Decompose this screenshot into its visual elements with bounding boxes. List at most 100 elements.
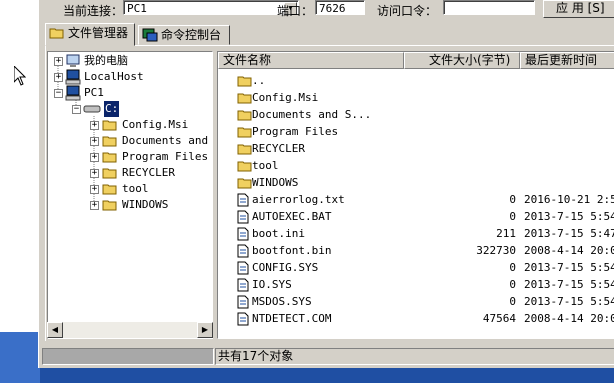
drive-icon: [83, 105, 101, 113]
app-window: 当前连接： PC1 ▼ 端口： 7626 访问口令： 应 用 [S] 文件管理器…: [38, 0, 614, 368]
tree-item-label: 我的电脑: [84, 54, 128, 67]
list-item[interactable]: bootfont.bin 322730 2008-4-14 20:00: [218, 242, 614, 259]
expand-icon[interactable]: +: [90, 137, 99, 146]
port-value: 7626: [319, 2, 346, 15]
tree-item-label: WINDOWS: [122, 198, 169, 211]
tree-item-label: PC1: [84, 86, 104, 99]
collapse-icon[interactable]: −: [54, 89, 63, 98]
connection-value: PC1: [127, 2, 147, 15]
expand-icon[interactable]: +: [54, 73, 63, 82]
list-item[interactable]: aierrorlog.txt 0 2016-10-21 2:59: [218, 191, 614, 208]
column-header-date[interactable]: 最后更新时间: [520, 52, 614, 69]
file-date: 2013-7-15 5:47:5: [524, 227, 614, 240]
connection-combobox[interactable]: PC1 ▼: [123, 0, 299, 15]
file-date: 2013-7-15 5:54:: [524, 261, 614, 274]
expand-icon[interactable]: +: [90, 185, 99, 194]
list-item[interactable]: boot.ini 211 2013-7-15 5:47:5: [218, 225, 614, 242]
expand-icon[interactable]: +: [54, 57, 63, 66]
file-size: 0: [509, 193, 516, 206]
tree-item-label: Config.Msi: [122, 118, 189, 131]
list-item[interactable]: NTDETECT.COM 47564 2008-4-14 20:00: [218, 310, 614, 327]
tree-item-label: tool: [122, 182, 149, 195]
folder-icon: [102, 200, 117, 211]
file-name: MSDOS.SYS: [252, 295, 312, 308]
file-size: 0: [509, 210, 516, 223]
tab-command-console[interactable]: 命令控制台: [138, 25, 230, 45]
folder-icon: [49, 28, 64, 39]
apply-button[interactable]: 应 用 [S]: [543, 0, 614, 18]
file-date: 2013-7-15 5:54:: [524, 295, 614, 308]
column-header-size[interactable]: 文件大小(字节): [404, 52, 520, 69]
file-size: 47564: [482, 312, 516, 325]
file-name: AUTOEXEC.BAT: [252, 210, 332, 223]
file-size: 0: [509, 295, 516, 308]
folder-icon: [102, 152, 117, 163]
console-icon: [142, 28, 158, 42]
file-name: CONFIG.SYS: [252, 261, 319, 274]
tree-item-label: Program Files: [122, 150, 209, 163]
my-computer-icon: [66, 54, 80, 67]
expand-icon[interactable]: +: [90, 169, 99, 178]
file-size: 322730: [476, 244, 516, 257]
file-name: IO.SYS: [252, 278, 292, 291]
tab-file-manager-label: 文件管理器: [68, 26, 129, 40]
file-name: Config.Msi: [252, 91, 319, 104]
file-name: tool: [252, 159, 279, 172]
file-name: NTDETECT.COM: [252, 312, 332, 325]
password-label: 访问口令：: [377, 4, 438, 18]
folder-icon: [102, 136, 117, 147]
file-name: RECYCLER: [252, 142, 305, 155]
folder-icon: [102, 120, 117, 131]
tab-file-manager[interactable]: 文件管理器: [45, 23, 135, 46]
file-date: 2013-7-15 5:54:: [524, 278, 614, 291]
tab-command-console-label: 命令控制台: [161, 28, 222, 42]
tree-horizontal-scrollbar[interactable]: ◀ ▶: [47, 322, 213, 338]
connection-toolbar: 当前连接： PC1 ▼ 端口： 7626 访问口令： 应 用 [S]: [39, 0, 614, 18]
file-icon: [237, 312, 249, 331]
file-name: Program Files: [252, 125, 339, 138]
file-date: 2008-4-14 20:00: [524, 312, 614, 325]
computer-icon: [65, 69, 81, 85]
list-item[interactable]: Program Files: [218, 123, 614, 140]
list-item[interactable]: MSDOS.SYS 0 2013-7-15 5:54:: [218, 293, 614, 310]
list-item[interactable]: RECYCLER: [218, 140, 614, 157]
connection-label: 当前连接：: [63, 4, 124, 18]
file-name: bootfont.bin: [252, 244, 332, 257]
scroll-right-icon[interactable]: ▶: [197, 322, 213, 338]
port-label: 端口：: [277, 4, 314, 18]
list-item[interactable]: ..: [218, 72, 614, 89]
tree-item-label: C:: [104, 101, 120, 117]
expand-icon[interactable]: +: [90, 153, 99, 162]
list-item[interactable]: tool: [218, 157, 614, 174]
file-name: WINDOWS: [252, 176, 299, 189]
port-input[interactable]: 7626: [315, 0, 365, 15]
expand-icon[interactable]: +: [90, 121, 99, 130]
list-item[interactable]: IO.SYS 0 2013-7-15 5:54:: [218, 276, 614, 293]
file-list[interactable]: 文件名称 文件大小(字节) 最后更新时间 .. Config.Msi Documen…: [217, 51, 614, 339]
file-name: aierrorlog.txt: [252, 193, 345, 206]
list-item[interactable]: Documents and S...: [218, 106, 614, 123]
status-progress: [42, 348, 214, 365]
folder-tree[interactable]: + 我的电脑 + LocalHost − PC1 − C: + Config.M…: [47, 51, 213, 339]
status-bar: 共有17个对象: [39, 346, 614, 366]
folder-icon: [102, 184, 117, 195]
folder-icon: [102, 168, 117, 179]
file-date: 2013-7-15 5:54:: [524, 210, 614, 223]
computer-icon: [65, 85, 81, 101]
file-size: 0: [509, 278, 516, 291]
file-name: boot.ini: [252, 227, 305, 240]
list-item[interactable]: CONFIG.SYS 0 2013-7-15 5:54:: [218, 259, 614, 276]
file-date: 2016-10-21 2:59: [524, 193, 614, 206]
password-input[interactable]: [443, 0, 535, 15]
tree-item-label: Documents and S: [122, 134, 213, 147]
list-item[interactable]: AUTOEXEC.BAT 0 2013-7-15 5:54:: [218, 208, 614, 225]
expand-icon[interactable]: +: [90, 201, 99, 210]
scroll-left-icon[interactable]: ◀: [47, 322, 63, 338]
file-date: 2008-4-14 20:00: [524, 244, 614, 257]
tree-item-label: RECYCLER: [122, 166, 175, 179]
collapse-icon[interactable]: −: [72, 105, 81, 114]
column-header-name[interactable]: 文件名称: [218, 52, 404, 69]
file-name: Documents and S...: [252, 108, 372, 121]
list-item[interactable]: Config.Msi: [218, 89, 614, 106]
list-item[interactable]: WINDOWS: [218, 174, 614, 191]
